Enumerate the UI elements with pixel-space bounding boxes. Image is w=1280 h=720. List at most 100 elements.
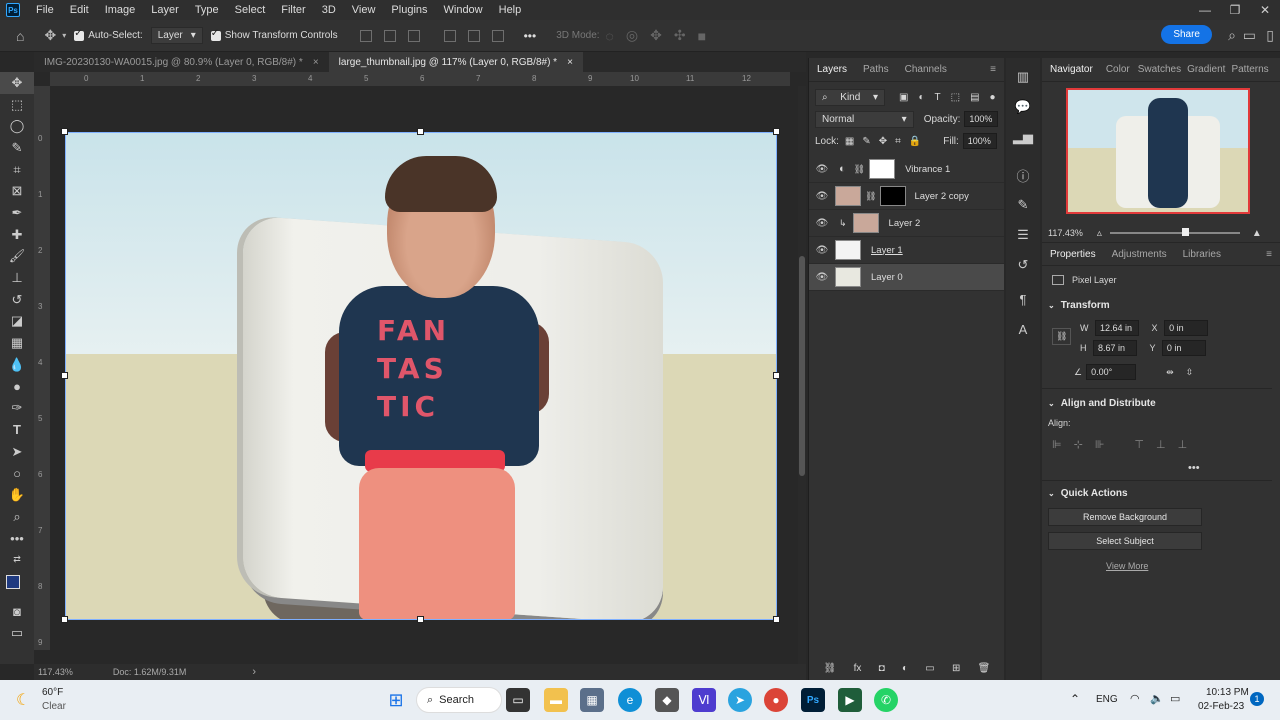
tab-img-20230130[interactable]: IMG-20230130-WA0015.jpg @ 80.9% (Layer 0… [34, 52, 329, 72]
home-icon[interactable]: ⌂ [16, 28, 24, 44]
brush-tool-icon[interactable]: 🖌 [0, 246, 34, 268]
tab-properties[interactable]: Properties [1042, 249, 1104, 260]
tab-navigator[interactable]: Navigator [1042, 64, 1101, 75]
zoom-slider-handle[interactable] [1181, 228, 1189, 236]
menu-3d[interactable]: 3D [314, 0, 344, 20]
show-transform-checkbox[interactable] [210, 28, 221, 41]
close-icon[interactable]: × [567, 57, 573, 68]
navigator-preview[interactable] [1066, 88, 1250, 214]
pen-tool-icon[interactable]: ✑ [0, 397, 34, 419]
trash-icon[interactable]: 🗑 [978, 663, 991, 674]
chevron-down-icon[interactable]: ▾ [62, 31, 66, 40]
align-middle-icon[interactable] [467, 29, 480, 42]
blur-tool-icon[interactable]: 💧 [0, 354, 34, 376]
color-swatch-icon[interactable] [0, 571, 34, 601]
visibility-eye-icon[interactable]: 👁 [809, 218, 835, 229]
photoshop-taskbar-icon[interactable]: Ps [801, 688, 825, 712]
zoom-level[interactable]: 117.43% [38, 667, 73, 677]
lock-position-icon[interactable]: ✥ [879, 136, 887, 147]
clock-time[interactable]: 10:13 PM [1206, 687, 1249, 698]
align-bottom-edges-icon[interactable]: ⊥ [1178, 438, 1188, 451]
taskbar-search[interactable]: ⌕ Search [416, 687, 502, 713]
align-left-edges-icon[interactable]: ⊫ [1052, 438, 1062, 451]
wifi-icon[interactable]: ◠ [1130, 692, 1140, 705]
shape-tool-icon[interactable]: ○ [0, 462, 34, 484]
3d-orbit-icon[interactable]: ◌ [606, 28, 614, 44]
lock-paint-icon[interactable]: ✎ [862, 136, 870, 147]
align-right-edges-icon[interactable]: ⊪ [1095, 438, 1105, 451]
transform-handle[interactable] [773, 616, 780, 623]
lock-pixels-icon[interactable]: ▦ [845, 136, 854, 147]
swap-colors-icon[interactable]: ⇄ [0, 549, 34, 571]
status-menu-icon[interactable]: › [252, 666, 256, 678]
quick-actions-section[interactable]: ⌄ Quick Actions [1048, 488, 1128, 499]
lasso-tool-icon[interactable]: ◯ [0, 115, 34, 137]
visibility-eye-icon[interactable]: 👁 [809, 245, 835, 256]
windows-start-icon[interactable]: ⊞ [384, 688, 408, 712]
nav-zoom-value[interactable]: 117.43% [1048, 228, 1083, 238]
remove-background-button[interactable]: Remove Background [1048, 508, 1202, 526]
menu-filter[interactable]: Filter [273, 0, 313, 20]
transform-handle[interactable] [417, 616, 424, 623]
filter-kind-dropdown[interactable]: ⌕ Kind ▾ [815, 88, 885, 106]
layer-layer-0[interactable]: 👁 Layer 0 [809, 264, 1004, 291]
auto-select-checkbox[interactable] [74, 28, 85, 41]
add-mask-icon[interactable]: ◘ [879, 663, 885, 674]
blend-mode-dropdown[interactable]: Normal ▾ [815, 110, 914, 128]
clock-date[interactable]: 02-Feb-23 [1198, 701, 1244, 712]
fx-icon[interactable]: fx [854, 663, 862, 674]
3d-roll-icon[interactable]: ◎ [626, 27, 638, 44]
panel-menu-icon[interactable]: ≡ [982, 64, 1004, 75]
workspace-icon[interactable]: ▭ [1243, 27, 1256, 44]
visibility-eye-icon[interactable]: 👁 [809, 164, 835, 175]
filter-smart-icon[interactable]: ▤ [970, 92, 979, 103]
tab-large-thumbnail[interactable]: large_thumbnail.jpg @ 117% (Layer 0, RGB… [328, 52, 583, 72]
transform-handle[interactable] [773, 372, 780, 379]
battery-icon[interactable]: ▭ [1170, 692, 1180, 705]
quick-select-tool-icon[interactable]: ✎ [0, 137, 34, 159]
align-bottom-icon[interactable] [491, 29, 504, 42]
align-left-icon[interactable] [359, 29, 372, 42]
brush-settings-icon[interactable]: ✎ [1006, 190, 1040, 220]
3d-viewer-icon[interactable]: ◆ [655, 688, 679, 712]
3d-camera-icon[interactable]: ■ [698, 28, 706, 44]
adjust-icon[interactable]: ☰ [1006, 220, 1040, 250]
lock-all-icon[interactable]: 🔒 [909, 136, 921, 147]
filter-toggle-icon[interactable]: ● [990, 92, 996, 103]
layer-vibrance-1[interactable]: 👁 ◐ ⛓ Vibrance 1 [809, 156, 1004, 183]
layer-layer-1[interactable]: 👁 Layer 1 [809, 237, 1004, 264]
flip-vertical-icon[interactable]: ⇳ [1186, 367, 1194, 378]
restore-icon[interactable]: ❐ [1220, 0, 1250, 20]
language-indicator[interactable]: ENG [1096, 694, 1118, 705]
telegram-icon[interactable]: ➤ [728, 688, 752, 712]
minimize-icon[interactable]: — [1190, 0, 1220, 20]
filter-type-icon[interactable]: T [935, 92, 941, 103]
align-vertical-centers-icon[interactable]: ⊥ [1156, 438, 1166, 451]
transform-handle[interactable] [417, 128, 424, 135]
marquee-tool-icon[interactable]: ⬚ [0, 94, 34, 116]
opacity-input[interactable]: 100% [964, 111, 998, 127]
lock-artboard-icon[interactable]: ⌗ [895, 136, 901, 147]
visibility-eye-icon[interactable]: 👁 [809, 191, 835, 202]
x-input[interactable]: 0 in [1164, 320, 1209, 336]
quick-mask-icon[interactable]: ◙ [0, 601, 34, 623]
layer-layer-2-copy[interactable]: 👁 ⛓ Layer 2 copy [809, 183, 1004, 210]
filter-adjustment-icon[interactable]: ◐ [918, 92, 924, 103]
transform-handle[interactable] [61, 616, 68, 623]
filter-pixel-icon[interactable]: ▣ [899, 92, 908, 103]
zoom-tool-icon[interactable]: ⌕ [0, 506, 34, 528]
zoom-in-icon[interactable]: ▲ [1252, 228, 1262, 239]
transform-bounding-box[interactable] [65, 132, 777, 620]
new-group-icon[interactable]: ▭ [925, 663, 934, 674]
tab-channels[interactable]: Channels [897, 64, 955, 75]
tab-layers[interactable]: Layers [809, 64, 855, 75]
menu-window[interactable]: Window [436, 0, 491, 20]
screen-mode-icon[interactable]: ▭ [0, 623, 34, 645]
tab-swatches[interactable]: Swatches [1135, 64, 1184, 75]
flip-horizontal-icon[interactable]: ⇹ [1166, 367, 1174, 378]
eyedropper-tool-icon[interactable]: ✒ [0, 202, 34, 224]
menu-help[interactable]: Help [491, 0, 530, 20]
menu-edit[interactable]: Edit [62, 0, 97, 20]
tab-gradient[interactable]: Gradient [1184, 64, 1228, 75]
tab-paths[interactable]: Paths [855, 64, 897, 75]
